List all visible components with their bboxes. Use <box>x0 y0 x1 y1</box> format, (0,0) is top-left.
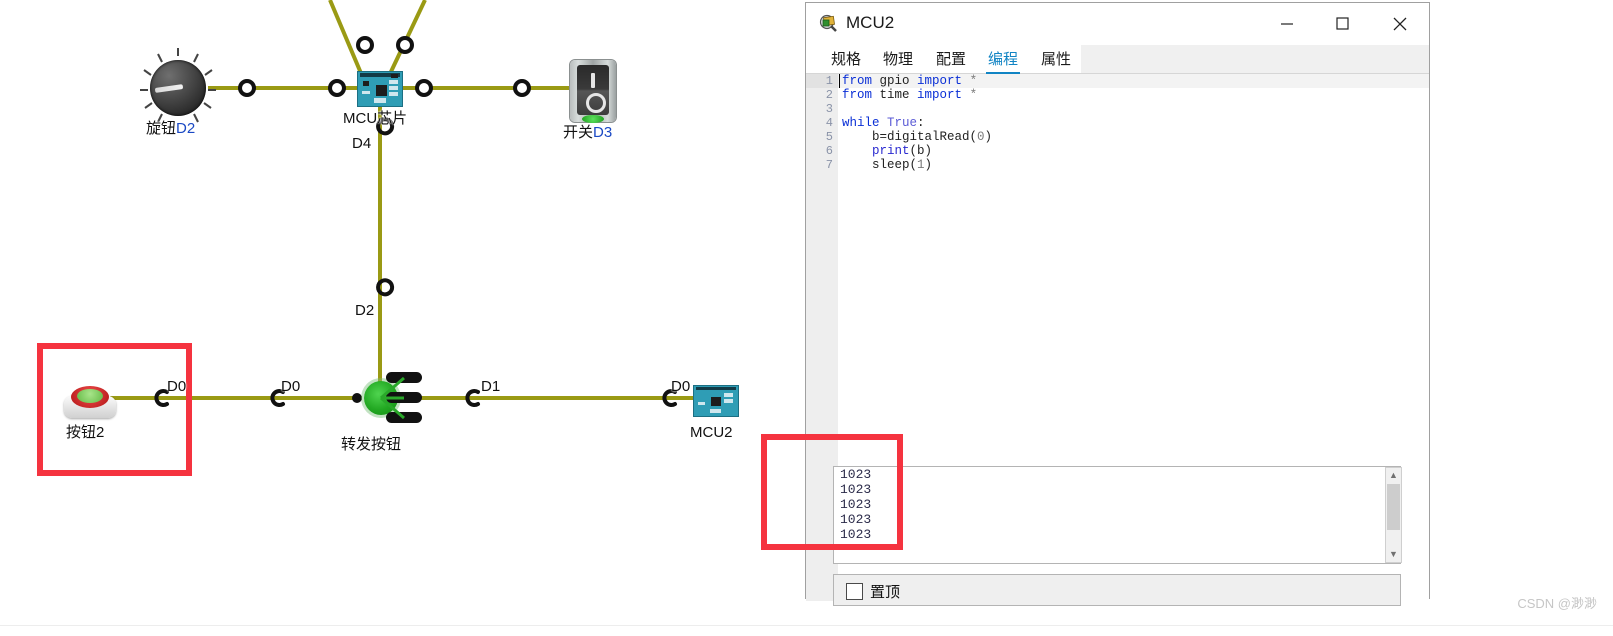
code-line: while True: <box>842 116 925 130</box>
minimize-icon <box>1281 23 1293 25</box>
console-line: 1023 <box>840 527 872 542</box>
screen: 旋钮D2 MCU芯片 D4 开关D3 D2 按钮2 D0 D0 转发按钮 D1 … <box>0 0 1613 636</box>
topmost-bar: 置顶 <box>833 574 1401 606</box>
bottom-edge <box>0 625 1613 636</box>
mcu2-label: MCU2 <box>690 424 733 441</box>
console-line: 1023 <box>840 512 872 527</box>
line-number: 6 <box>825 144 833 158</box>
minimize-button[interactable] <box>1265 3 1311 45</box>
line-number: 1 <box>806 74 838 88</box>
close-icon <box>1393 17 1407 31</box>
tab-programming[interactable]: 编程 <box>986 48 1021 74</box>
code-line: b=digitalRead(0) <box>842 130 993 144</box>
line-number: 4▼ <box>806 116 846 130</box>
forward-button-rays <box>380 376 405 420</box>
code-line: from time import * <box>842 88 978 102</box>
console-line: 1023 <box>840 497 872 512</box>
topmost-checkbox[interactable] <box>846 583 863 600</box>
console-scrollbar[interactable]: ▲ ▼ <box>1385 467 1402 563</box>
wire-label-d0-c: D0 <box>671 378 691 395</box>
dialog-tabstrip[interactable]: 规格 物理 配置 编程 属性 <box>806 45 1429 74</box>
switch-component[interactable] <box>570 60 616 123</box>
code-line: sleep(1) <box>842 158 933 172</box>
console-line: 1023 <box>840 482 872 497</box>
scrollbar-thumb[interactable] <box>1387 484 1400 530</box>
wire-label-d0-a: D0 <box>167 378 187 395</box>
line-number: 2 <box>825 88 833 102</box>
forward-button-label: 转发按钮 <box>341 436 402 453</box>
wire-label-d0-b: D0 <box>281 378 301 395</box>
knob-label: 旋钮D2 <box>146 120 196 137</box>
maximize-button[interactable] <box>1321 3 1367 45</box>
scroll-down-icon[interactable]: ▼ <box>1386 547 1401 562</box>
wire-label-d4: D4 <box>352 135 372 152</box>
highlight-box-button <box>37 343 192 476</box>
circuit-canvas[interactable]: 旋钮D2 MCU芯片 D4 开关D3 D2 按钮2 D0 D0 转发按钮 D1 … <box>0 0 805 636</box>
topmost-label: 置顶 <box>870 584 901 601</box>
dialog-title: MCU2 <box>846 13 895 32</box>
code-editor[interactable]: 1 2 3 4▼ 5 6 7 from gpio import *from ti… <box>806 74 1429 601</box>
watermark: CSDN @渺渺 <box>1517 596 1597 611</box>
scroll-up-icon[interactable]: ▲ <box>1386 468 1401 483</box>
maximize-icon <box>1336 17 1349 30</box>
console-line: 1023 <box>840 467 872 482</box>
close-button[interactable] <box>1378 3 1424 45</box>
wire-label-d1: D1 <box>481 378 501 395</box>
tab-properties[interactable]: 属性 <box>1039 48 1073 69</box>
console-output-pane[interactable]: 1023 1023 1023 1023 1023 <box>833 466 1401 564</box>
switch-label: 开关D3 <box>563 124 613 141</box>
app-icon <box>819 14 837 32</box>
line-number: 5 <box>825 130 833 144</box>
line-number: 3 <box>825 102 833 116</box>
dialog-titlebar[interactable]: MCU2 <box>806 3 1429 45</box>
mcu-chip-label: MCU芯片 <box>343 110 408 127</box>
tab-specs[interactable]: 规格 <box>829 48 863 69</box>
text-caret <box>839 74 840 88</box>
tab-config[interactable]: 配置 <box>934 48 968 69</box>
tab-physical[interactable]: 物理 <box>881 48 915 69</box>
line-number: 7 <box>825 158 833 172</box>
highlight-box-console <box>761 434 903 550</box>
mcu-chip-component[interactable] <box>357 71 403 107</box>
code-line: print(b) <box>872 144 933 158</box>
code-line: from gpio import * <box>838 74 1429 88</box>
mcu2-component[interactable] <box>693 385 739 417</box>
wire-label-d2: D2 <box>355 302 375 319</box>
